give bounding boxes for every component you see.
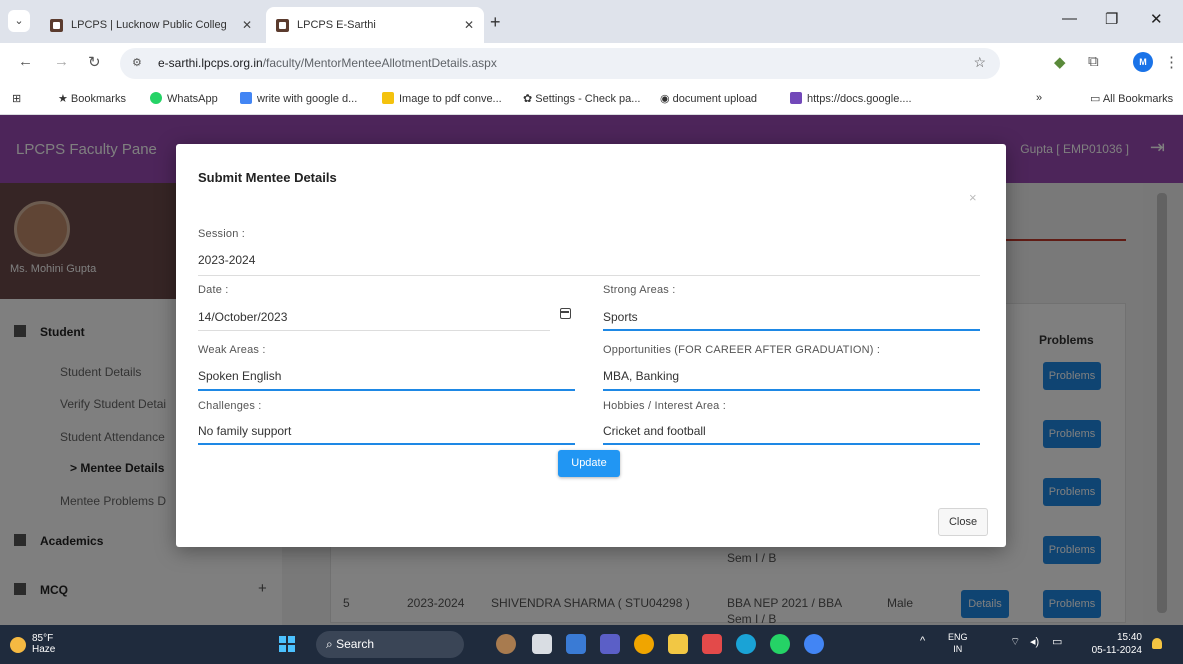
bookmark-write-google[interactable]: write with google d... xyxy=(240,92,357,105)
weather-widget[interactable]: 85°F Haze xyxy=(32,633,55,655)
browser-tab-esarthi[interactable]: LPCPS E-Sarthi ✕ xyxy=(266,7,484,43)
volume-icon[interactable]: ◂) xyxy=(1030,635,1039,648)
date-underline xyxy=(198,330,550,331)
session-divider xyxy=(198,275,980,276)
teams-icon[interactable] xyxy=(600,634,620,654)
weak-areas-label: Weak Areas : xyxy=(198,344,266,356)
taskbar-search[interactable]: ⌕ Search xyxy=(316,631,464,658)
notification-bell-icon[interactable] xyxy=(1152,638,1162,649)
bookmarks-overflow-icon[interactable]: » xyxy=(1036,92,1042,104)
task-view-icon[interactable] xyxy=(532,634,552,654)
weak-areas-field[interactable]: Spoken English xyxy=(198,369,281,383)
bookmark-docs-google[interactable]: https://docs.google.... xyxy=(790,92,912,105)
app-icon-1[interactable] xyxy=(496,634,516,654)
browser-menu-icon[interactable]: ⋮ xyxy=(1164,53,1179,71)
app-icon-3[interactable] xyxy=(566,634,586,654)
url-text: e-sarthi.lpcps.org.in/faculty/MentorMent… xyxy=(158,56,497,70)
session-value: 2023-2024 xyxy=(198,253,256,267)
submit-mentee-modal: Submit Mentee Details × Session : 2023-2… xyxy=(176,144,1006,547)
opportunities-underline xyxy=(603,389,980,391)
browser-tab-lpcps[interactable]: LPCPS | Lucknow Public Colleg ✕ xyxy=(40,7,262,43)
tab-close-icon[interactable]: ✕ xyxy=(464,18,474,32)
tab-search-chevron-icon[interactable]: ⌄ xyxy=(8,10,30,32)
modal-close-icon[interactable]: × xyxy=(969,190,977,205)
opportunities-label: Opportunities (FOR CAREER AFTER GRADUATI… xyxy=(603,344,881,356)
challenges-label: Challenges : xyxy=(198,400,262,412)
hobbies-underline xyxy=(603,443,980,445)
language-indicator[interactable]: ENG IN xyxy=(948,631,968,655)
browser-tab-bar: ⌄ LPCPS | Lucknow Public Colleg ✕ LPCPS … xyxy=(0,0,1183,43)
challenges-underline xyxy=(198,443,575,445)
edge-icon[interactable] xyxy=(736,634,756,654)
update-button[interactable]: Update xyxy=(558,450,620,477)
reload-icon[interactable]: ↻ xyxy=(88,53,101,71)
hobbies-field[interactable]: Cricket and football xyxy=(603,424,706,438)
app-icon-5[interactable] xyxy=(634,634,654,654)
weather-icon[interactable] xyxy=(10,637,26,653)
calendar-icon[interactable] xyxy=(560,308,571,319)
bookmark-whatsapp[interactable]: WhatsApp xyxy=(150,92,218,105)
extensions-puzzle-icon[interactable]: ⧉ xyxy=(1088,53,1099,70)
modal-title: Submit Mentee Details xyxy=(198,170,337,185)
challenges-field[interactable]: No family support xyxy=(198,424,291,438)
date-field[interactable]: 14/October/2023 xyxy=(198,310,287,324)
weak-areas-underline xyxy=(198,389,575,391)
close-button[interactable]: Close xyxy=(938,508,988,536)
clock[interactable]: 15:40 05-11-2024 xyxy=(1090,631,1142,657)
strong-areas-underline xyxy=(603,329,980,331)
app-icon-7[interactable] xyxy=(702,634,722,654)
new-tab-icon[interactable]: + xyxy=(490,12,501,33)
url-field[interactable]: ⚙ e-sarthi.lpcps.org.in/faculty/MentorMe… xyxy=(120,48,1000,79)
strong-areas-field[interactable]: Sports xyxy=(603,310,638,324)
forward-icon[interactable]: → xyxy=(54,53,69,70)
windows-taskbar: 85°F Haze ⌕ Search ^ ENG IN ⌔ ◂) ▭ 15:40 05… xyxy=(0,625,1183,664)
tab-close-icon[interactable]: ✕ xyxy=(242,18,252,32)
bookmark-settings[interactable]: ✿ Settings - Check pa... xyxy=(523,92,640,105)
minimize-icon[interactable]: — xyxy=(1062,10,1077,27)
battery-icon[interactable]: ▭ xyxy=(1052,635,1062,648)
site-info-icon[interactable]: ⚙ xyxy=(132,56,142,69)
bookmark-image-pdf[interactable]: Image to pdf conve... xyxy=(382,92,502,105)
extension-icon[interactable]: ◆ xyxy=(1054,53,1066,71)
whatsapp-icon[interactable] xyxy=(770,634,790,654)
wifi-icon[interactable]: ⌔ xyxy=(1010,635,1020,649)
page-viewport: LPCPS Faculty Pane Gupta [ EMP01036 ] ⇥ … xyxy=(0,115,1183,625)
windows-start-icon[interactable] xyxy=(279,636,295,652)
apps-grid-icon[interactable]: ⊞ xyxy=(12,92,21,105)
strong-areas-label: Strong Areas : xyxy=(603,284,676,296)
tab-title: LPCPS | Lucknow Public Colleg xyxy=(71,19,227,31)
session-label: Session : xyxy=(198,228,246,240)
lpcps-favicon-icon xyxy=(50,18,63,32)
restore-icon[interactable]: ❐ xyxy=(1105,10,1118,28)
lpcps-favicon-icon xyxy=(276,18,289,32)
file-explorer-icon[interactable] xyxy=(668,634,688,654)
address-bar-row: ← → ↻ ⚙ e-sarthi.lpcps.org.in/faculty/Me… xyxy=(0,43,1183,84)
chrome-icon[interactable] xyxy=(804,634,824,654)
bookmark-bookmarks[interactable]: ★ Bookmarks xyxy=(58,92,126,105)
all-bookmarks[interactable]: ▭ All Bookmarks xyxy=(1090,92,1173,105)
bookmark-star-icon[interactable]: ☆ xyxy=(973,54,986,71)
bookmarks-bar: ⊞ ★ Bookmarks WhatsApp write with google… xyxy=(0,84,1183,115)
back-icon[interactable]: ← xyxy=(18,53,33,70)
hobbies-label: Hobbies / Interest Area : xyxy=(603,400,727,412)
opportunities-field[interactable]: MBA, Banking xyxy=(603,369,679,383)
tab-title: LPCPS E-Sarthi xyxy=(297,19,376,31)
date-label: Date : xyxy=(198,284,229,296)
tray-overflow-icon[interactable]: ^ xyxy=(920,635,925,647)
bookmark-document-upload[interactable]: ◉ document upload xyxy=(660,92,757,105)
profile-avatar[interactable]: M xyxy=(1133,52,1153,72)
window-close-icon[interactable]: ✕ xyxy=(1150,10,1163,28)
